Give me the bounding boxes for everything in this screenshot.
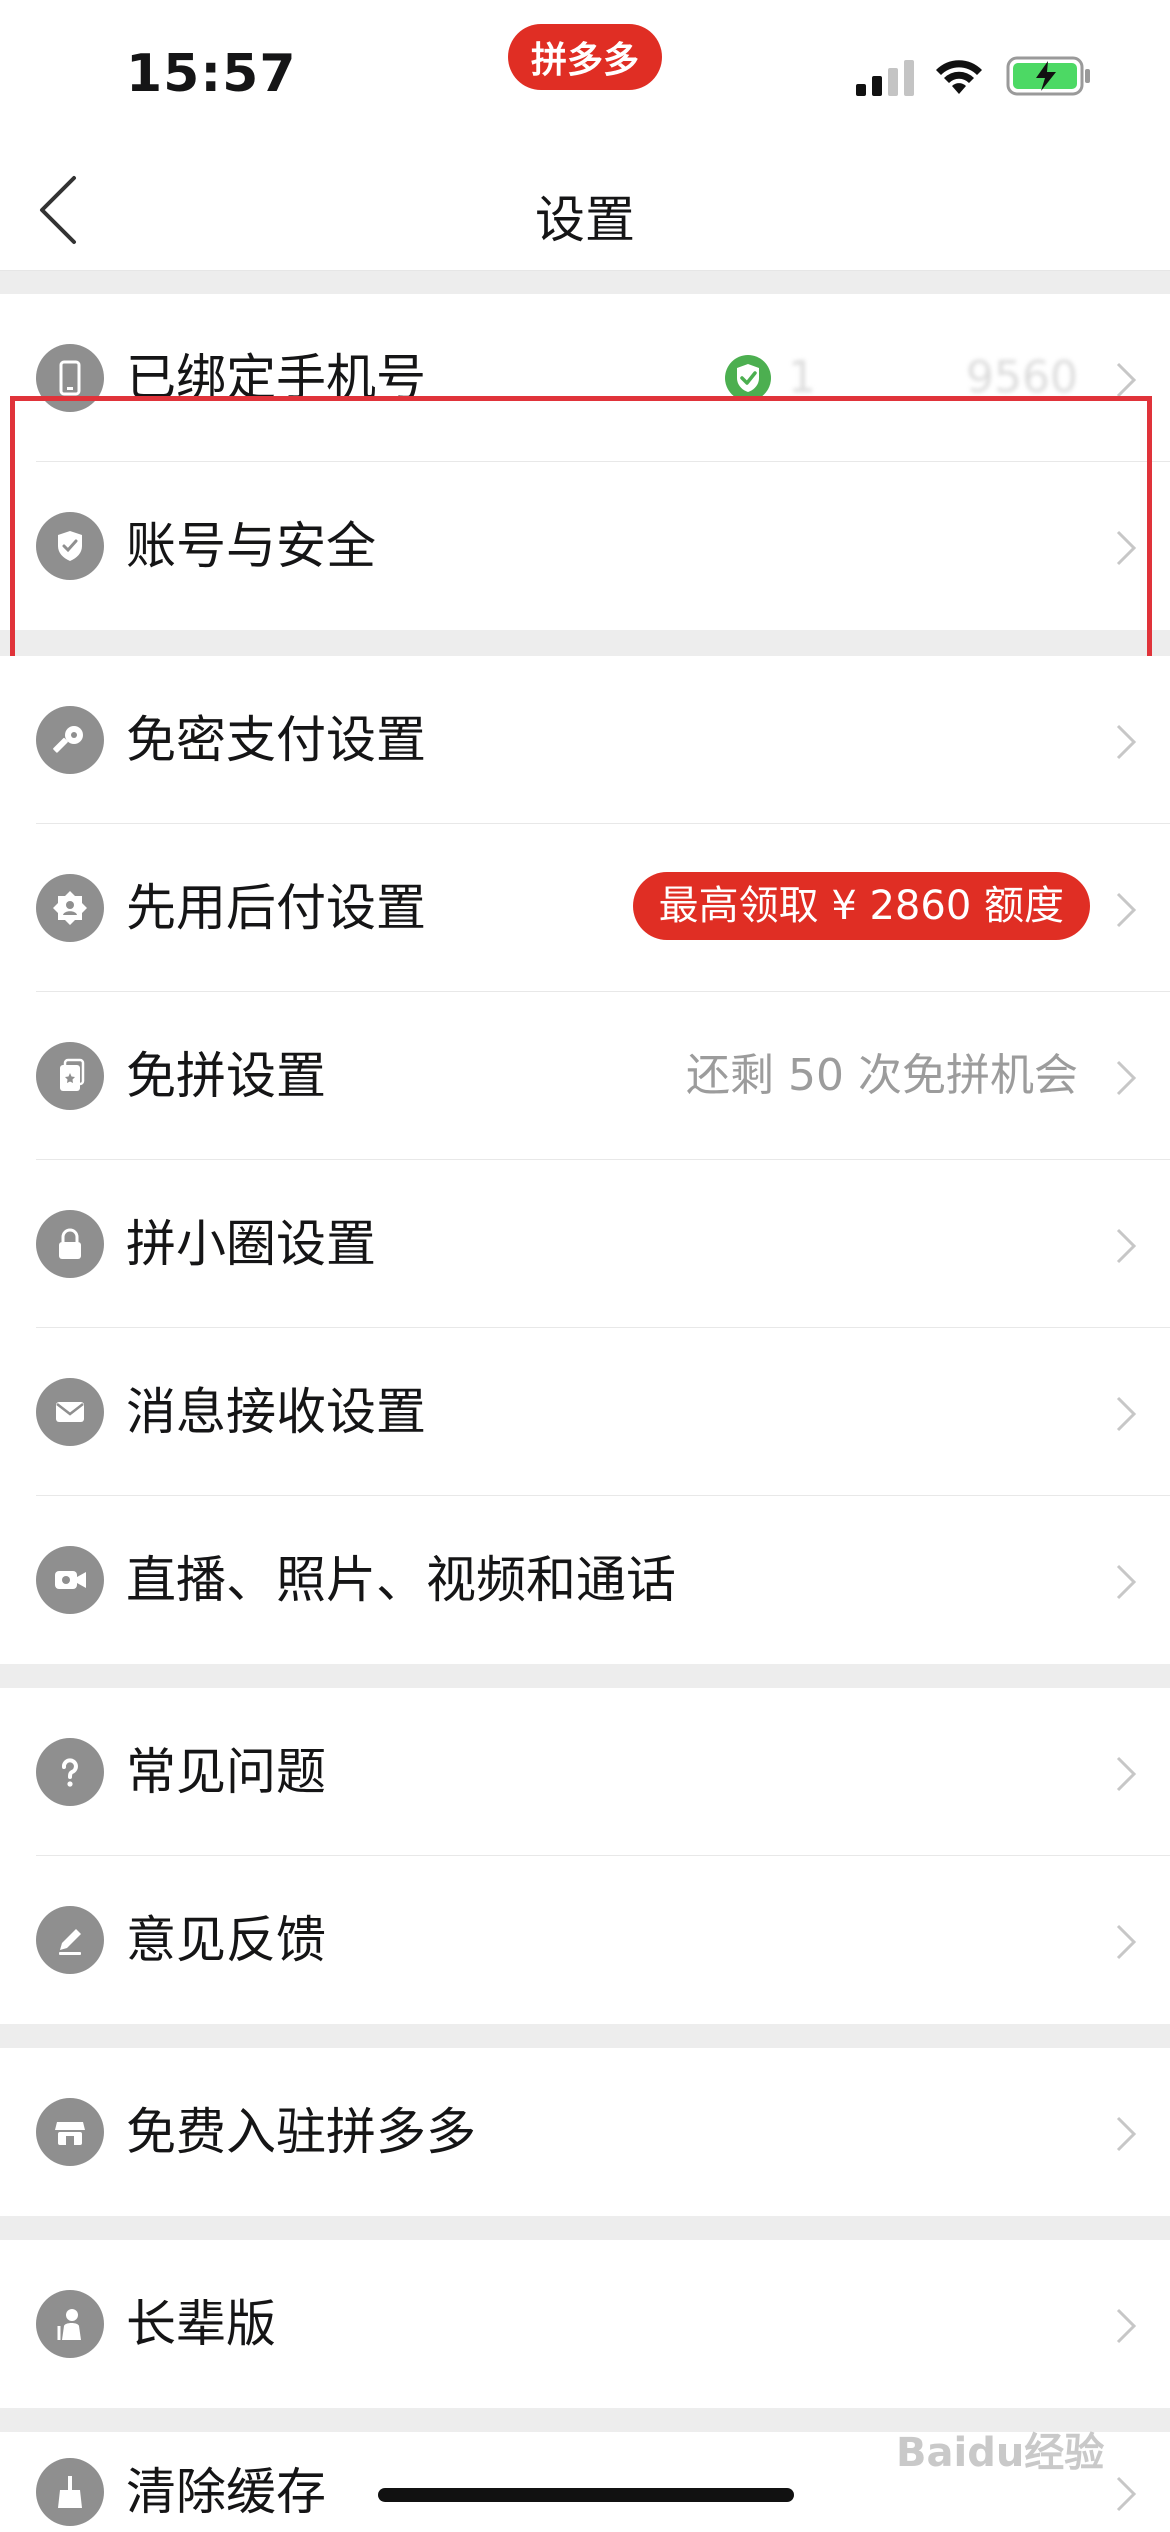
- masked-phone-end: 9560: [966, 352, 1078, 403]
- bound-phone-label: 已绑定手机号: [126, 349, 426, 407]
- settings-group: 免密支付设置 先用后付设置 最高领取 ¥ 2860 额度 免拼设置 还剩 50 …: [0, 656, 1170, 1664]
- free-group-label: 免拼设置: [126, 1047, 326, 1105]
- free-group-row[interactable]: 免拼设置 还剩 50 次免拼机会: [0, 992, 1170, 1160]
- help-group: 常见问题 意见反馈: [0, 1688, 1170, 2024]
- chevron-right-icon: [1116, 1228, 1137, 1264]
- cellular-signal-icon: [856, 60, 914, 96]
- phone-icon: [36, 344, 104, 412]
- chevron-right-icon: [1116, 2476, 1137, 2512]
- status-time: 15:57: [126, 44, 297, 104]
- key-icon: [36, 706, 104, 774]
- video-camera-icon: [36, 1546, 104, 1614]
- chevron-right-icon: [1116, 1396, 1137, 1432]
- faq-label: 常见问题: [126, 1743, 326, 1801]
- chevron-right-icon: [1116, 1060, 1137, 1096]
- page-title: 设置: [535, 191, 635, 249]
- chevron-right-icon: [1116, 362, 1137, 398]
- shield-check-icon: [36, 512, 104, 580]
- home-indicator[interactable]: [378, 2488, 794, 2502]
- storefront-icon: [36, 2098, 104, 2166]
- envelope-icon: [36, 1378, 104, 1446]
- password-free-pay-row[interactable]: 免密支付设置: [0, 656, 1170, 824]
- merchant-join-row[interactable]: 免费入驻拼多多: [0, 2048, 1170, 2216]
- pencil-icon: [36, 1906, 104, 1974]
- pay-later-row[interactable]: 先用后付设置 最高领取 ¥ 2860 额度: [0, 824, 1170, 992]
- badge-person-icon: [36, 874, 104, 942]
- bound-phone-value: 1 9560: [724, 348, 1078, 408]
- free-group-remaining-text: 还剩 50 次免拼机会: [686, 1050, 1078, 1101]
- question-mark-icon: [36, 1738, 104, 1806]
- battery-charging-icon: [1006, 56, 1090, 96]
- elder-group: 长辈版: [0, 2240, 1170, 2408]
- masked-phone-start: 1: [788, 352, 817, 403]
- baidu-watermark: Baidu经验: [896, 2430, 1105, 2476]
- feedback-row[interactable]: 意见反馈: [0, 1856, 1170, 2024]
- elder-mode-row[interactable]: 长辈版: [0, 2240, 1170, 2408]
- chevron-right-icon: [1116, 724, 1137, 760]
- coupon-card-icon: [36, 1042, 104, 1110]
- chevron-right-icon: [1116, 1924, 1137, 1960]
- faq-row[interactable]: 常见问题: [0, 1688, 1170, 1856]
- chevron-right-icon: [1116, 1756, 1137, 1792]
- merchant-group: 免费入驻拼多多: [0, 2048, 1170, 2216]
- feedback-label: 意见反馈: [126, 1911, 326, 1969]
- pay-later-promo-badge[interactable]: 最高领取 ¥ 2860 额度: [632, 872, 1090, 940]
- circle-settings-label: 拼小圈设置: [126, 1215, 376, 1273]
- circle-settings-row[interactable]: 拼小圈设置: [0, 1160, 1170, 1328]
- elder-mode-label: 长辈版: [126, 2295, 276, 2353]
- chevron-right-icon: [1116, 1564, 1137, 1600]
- app-badge: 拼多多: [508, 24, 662, 90]
- message-settings-label: 消息接收设置: [126, 1383, 426, 1441]
- bound-phone-row[interactable]: 已绑定手机号 1 9560: [0, 294, 1170, 462]
- chevron-right-icon: [1116, 2116, 1137, 2152]
- media-permissions-row[interactable]: 直播、照片、视频和通话: [0, 1496, 1170, 1664]
- message-settings-row[interactable]: 消息接收设置: [0, 1328, 1170, 1496]
- elder-person-icon: [36, 2290, 104, 2358]
- account-security-label: 账号与安全: [126, 517, 376, 575]
- clear-cache-label: 清除缓存: [126, 2463, 326, 2521]
- chevron-right-icon: [1116, 892, 1137, 928]
- navigation-bar: 设置: [0, 150, 1170, 271]
- chevron-right-icon: [1116, 530, 1137, 566]
- pay-later-label: 先用后付设置: [126, 879, 426, 937]
- wifi-icon: [936, 60, 982, 94]
- broom-icon: [36, 2458, 104, 2526]
- account-security-row[interactable]: 账号与安全: [0, 462, 1170, 630]
- verified-shield-icon: [725, 355, 772, 401]
- status-bar: 15:57 拼多多: [0, 0, 1170, 150]
- media-permissions-label: 直播、照片、视频和通话: [126, 1551, 676, 1609]
- merchant-join-label: 免费入驻拼多多: [126, 2103, 476, 2161]
- password-free-pay-label: 免密支付设置: [126, 711, 426, 769]
- lock-icon: [36, 1210, 104, 1278]
- chevron-right-icon: [1116, 2308, 1137, 2344]
- account-group: 已绑定手机号 1 9560 账号与安全: [0, 294, 1170, 630]
